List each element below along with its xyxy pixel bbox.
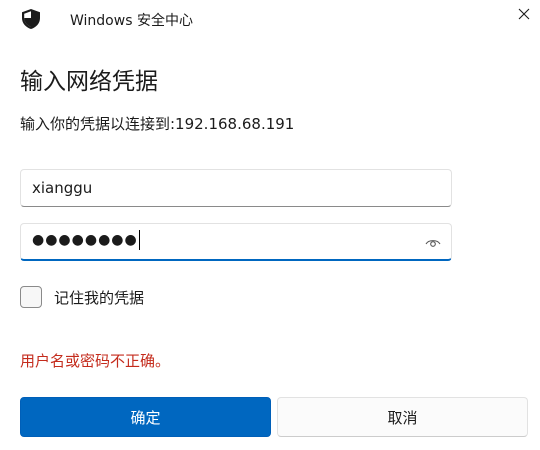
username-field[interactable]: xianggu (20, 169, 452, 207)
remember-label: 记住我的凭据 (54, 288, 145, 307)
remember-checkbox[interactable] (20, 286, 42, 308)
remember-credentials-row[interactable]: 记住我的凭据 (20, 286, 144, 308)
close-button[interactable] (508, 0, 540, 28)
title-bar: Windows 安全中心 (0, 0, 540, 40)
app-title: Windows 安全中心 (70, 13, 193, 29)
cancel-button[interactable]: 取消 (277, 397, 528, 437)
shield-icon (20, 8, 42, 30)
ok-button[interactable]: 确定 (20, 397, 271, 437)
password-field[interactable]: ●●●●●●●● (20, 223, 452, 261)
error-message: 用户名或密码不正确。 (20, 352, 171, 370)
username-value: xianggu (32, 179, 93, 197)
password-value: ●●●●●●●● (32, 230, 140, 250)
eye-icon (425, 233, 441, 252)
credential-dialog: Windows 安全中心 输入网络凭据 输入你的凭据以连接到:192.168.6… (0, 0, 540, 450)
dialog-heading: 输入网络凭据 (20, 69, 158, 95)
text-caret (138, 230, 140, 250)
reveal-password-button[interactable] (423, 234, 443, 250)
dialog-subtitle: 输入你的凭据以连接到:192.168.68.191 (20, 115, 295, 133)
close-icon (518, 5, 530, 24)
